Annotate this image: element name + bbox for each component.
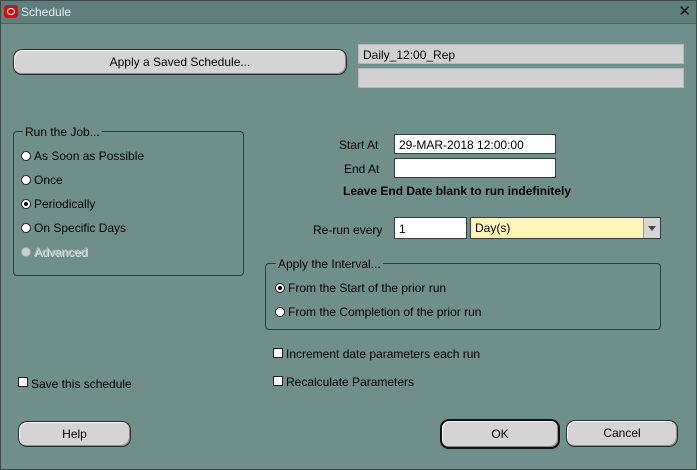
increment-date-checkbox[interactable] xyxy=(273,348,283,358)
chevron-down-icon[interactable] xyxy=(643,218,660,238)
rerun-unit-value: Day(s) xyxy=(475,221,511,235)
apply-interval-title: Apply the Interval... xyxy=(276,257,383,271)
radio-from-completion-indicator[interactable] xyxy=(275,307,285,317)
end-at-label: End At xyxy=(344,162,380,176)
schedule-description-field[interactable] xyxy=(358,68,684,88)
radio-asap-label: As Soon as Possible xyxy=(34,149,145,163)
cancel-label: Cancel xyxy=(603,426,641,440)
increment-date-label: Increment date parameters each run xyxy=(286,347,481,361)
radio-advanced-indicator xyxy=(21,247,31,257)
cancel-button[interactable]: Cancel xyxy=(566,420,678,447)
radio-periodically-label: Periodically xyxy=(34,197,96,211)
apply-saved-schedule-label: Apply a Saved Schedule... xyxy=(109,55,251,69)
rerun-interval-input[interactable]: 1 xyxy=(394,217,467,239)
end-date-hint: Leave End Date blank to run indefinitely xyxy=(343,184,572,198)
radio-asap-indicator[interactable] xyxy=(21,151,31,161)
start-at-label: Start At xyxy=(339,138,379,152)
recalculate-label: Recalculate Parameters xyxy=(286,375,415,389)
recalculate-checkbox[interactable] xyxy=(273,376,283,386)
oracle-logo-icon xyxy=(4,5,18,18)
end-at-input[interactable] xyxy=(394,158,556,178)
help-label: Help xyxy=(62,427,87,441)
radio-once-label: Once xyxy=(34,173,63,187)
radio-advanced-label: Advanced xyxy=(34,245,88,259)
rerun-unit-select[interactable]: Day(s) xyxy=(470,217,661,239)
title-bar[interactable]: Schedule ✕ xyxy=(1,1,696,24)
help-button[interactable]: Help xyxy=(18,421,131,447)
run-the-job-title: Run the Job... xyxy=(23,125,102,139)
ok-button[interactable]: OK xyxy=(440,419,560,449)
schedule-name-field[interactable]: Daily_12:00_Rep xyxy=(358,44,684,64)
radio-from-start-label: From the Start of the prior run xyxy=(288,281,447,295)
radio-specific-days-label: On Specific Days xyxy=(34,221,127,235)
apply-saved-schedule-button[interactable]: Apply a Saved Schedule... xyxy=(13,49,347,75)
radio-from-completion-label: From the Completion of the prior run xyxy=(288,305,482,319)
radio-once-indicator[interactable] xyxy=(21,175,31,185)
window-title: Schedule xyxy=(21,5,72,19)
rerun-every-label: Re-run every xyxy=(313,223,383,237)
ok-label: OK xyxy=(491,427,509,441)
schedule-dialog: Schedule ✕ Apply a Saved Schedule... Dai… xyxy=(0,0,697,470)
radio-from-start-indicator[interactable] xyxy=(275,283,285,293)
close-icon[interactable]: ✕ xyxy=(678,3,691,21)
start-at-input[interactable]: 29-MAR-2018 12:00:00 xyxy=(394,134,556,154)
save-schedule-label: Save this schedule xyxy=(31,377,132,391)
radio-periodically-indicator[interactable] xyxy=(21,199,31,209)
save-schedule-checkbox[interactable] xyxy=(18,377,28,387)
radio-specific-days-indicator[interactable] xyxy=(21,223,31,233)
